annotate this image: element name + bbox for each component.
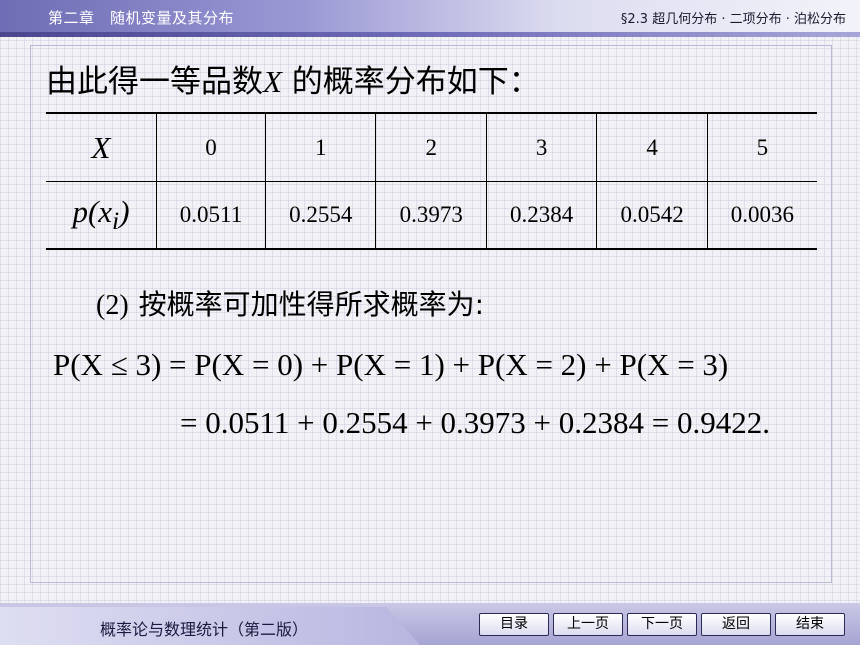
p-header-cell: p(xi) [72,193,130,236]
part2-text: 按概率可加性得所求概率为: [138,288,485,321]
intro-text-after: 的概率分布如下： [281,64,540,100]
header-divider [0,32,860,37]
x-value-cell: 5 [706,113,817,182]
part2-label: (2) [96,290,129,321]
p-header-sub: i [112,206,120,236]
intro-variable: X [263,64,282,99]
p-header-fn: p [72,193,88,229]
p-value-cell: 0.0542 [596,181,708,249]
equation-line-1: P(X ≤ 3) = P(X = 0) + P(X = 1) + P(X = 2… [53,347,729,382]
back-button[interactable]: 返回 [701,613,771,636]
chapter-title: 第二章 随机变量及其分布 [48,9,235,27]
p-value-cell: 0.2554 [265,181,376,249]
x-header-cell: X [46,113,157,182]
x-value-cell: 1 [265,113,376,182]
table-row-x: X 0 1 2 3 4 5 [46,113,817,182]
p-value-cell: 0.0036 [706,181,817,249]
contents-button[interactable]: 目录 [479,613,549,636]
intro-text-before: 由此得一等品数 [46,64,263,100]
x-value-cell: 3 [485,113,597,182]
distribution-table: X 0 1 2 3 4 5 p(xi) 0.0511 0.2554 0.3973… [46,112,817,250]
table-row-p: p(xi) 0.0511 0.2554 0.3973 0.2384 0.0542… [46,181,817,249]
book-title: 概率论与数理统计（第二版） [100,620,309,639]
intro-sentence: 由此得一等品数X 的概率分布如下： [46,56,540,101]
end-button[interactable]: 结束 [775,613,845,636]
p-value-cell: 0.3973 [375,181,487,249]
p-value-cell: 0.0511 [155,181,266,249]
x-value-cell: 0 [155,113,266,182]
equation-line-2: = 0.0511 + 0.2554 + 0.3973 + 0.2384 = 0.… [180,405,771,440]
part2-statement: (2) 按概率可加性得所求概率为: [96,283,484,323]
p-value-cell: 0.2384 [485,181,597,249]
section-title: §2.3 超几何分布 · 二项分布 · 泊松分布 [620,12,846,27]
prev-page-button[interactable]: 上一页 [553,613,623,636]
p-header-var: x [98,193,113,229]
next-page-button[interactable]: 下一页 [627,613,697,636]
x-value-cell: 4 [596,113,708,182]
x-value-cell: 2 [375,113,487,182]
